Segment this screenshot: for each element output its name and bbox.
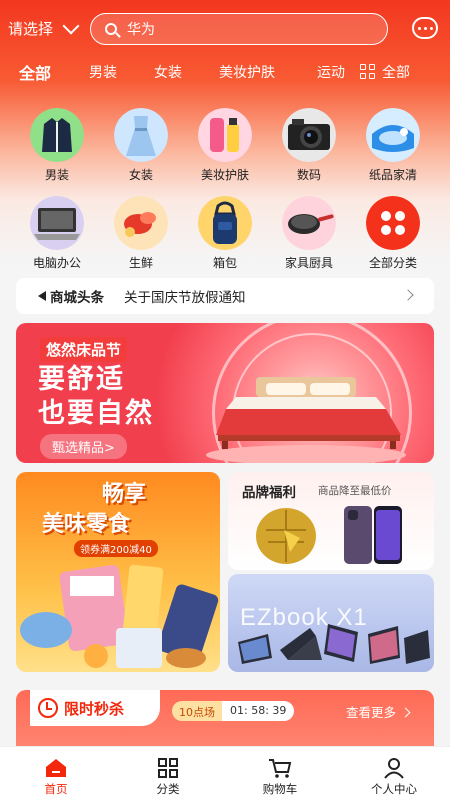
category-label: 家具厨具 [284,256,333,270]
alarm-clock-icon [38,698,58,718]
brand-products-image [256,506,402,564]
category-womenswear[interactable]: 女装 [101,108,181,183]
tab-label: 购物车 [262,782,298,796]
seafood-icon [114,196,168,250]
category-beauty[interactable]: 美妆护肤 [185,108,265,183]
tab-all[interactable]: 全部 [19,60,51,84]
banner-headline-line: 要舒适 [38,364,125,395]
news-ticker[interactable]: 商城头条 关于国庆节放假通知 [16,278,434,314]
tab-category[interactable]: 分类 [112,747,224,800]
tab-profile[interactable]: 个人中心 [338,747,450,800]
location-selector[interactable]: 请选择 [8,17,80,39]
location-label: 请选择 [8,20,54,38]
laptop-products-image [238,624,430,664]
tab-womenswear[interactable]: 女装 [154,62,182,82]
snack-promo-card[interactable]: 畅享 美味零食 领券满200减40 [16,472,220,672]
dress-icon [114,108,168,162]
see-more-link[interactable]: 查看更多 [346,702,411,721]
category-label: 男装 [44,168,69,182]
banner-headline: 要舒适 也要自然 [38,363,198,431]
search-icon [105,23,117,35]
snack-products-image [20,564,219,668]
tab-label: 个人中心 [371,782,417,796]
tab-all-categories[interactable]: 全部 [382,62,410,82]
bed-image [206,377,406,463]
snack-coupon-badge: 领券满200减40 [74,540,158,557]
banner-headline-line: 也要自然 [38,398,154,429]
countdown-timer: 10点场 01: 58: 39 [172,701,295,721]
bag-icon [198,196,252,250]
camera-icon [282,108,336,162]
category-label: 生鲜 [128,256,153,270]
category-label: 纸品家清 [368,168,417,182]
cosmetics-icon [198,108,252,162]
tab-menswear[interactable]: 男装 [89,62,117,82]
banner-cta-button[interactable]: 甄选精品> [40,434,127,459]
user-icon [382,757,406,779]
home-icon [44,757,68,779]
category-label: 女装 [128,168,153,182]
snack-title-line2: 美味零食 [42,512,131,537]
category-digital[interactable]: 数码 [269,108,349,183]
banner-tag: 悠然床品节 [40,337,128,362]
chevron-down-icon [62,17,80,34]
countdown-value: 01: 58: 39 [222,701,295,721]
news-title: 商城头条 [50,290,104,306]
see-more-label: 查看更多 [346,705,397,720]
category-tabs: 全部 男装 女装 美妆护肤 运动 全部 [0,58,450,88]
category-label: 数码 [296,168,321,182]
search-input[interactable]: 华为 [90,13,388,45]
category-kitchen[interactable]: 家具厨具 [269,196,349,271]
tab-label: 首页 [44,782,68,796]
category-label: 全部分类 [368,256,417,270]
laptop-icon [30,196,84,250]
category-menswear[interactable]: 男装 [17,108,97,183]
message-icon[interactable] [412,17,438,39]
tab-label: 分类 [156,782,180,796]
brand-subtitle: 商品降至最低价 [318,485,392,497]
news-text: 关于国庆节放假通知 [124,290,246,306]
bedding-banner[interactable]: 悠然床品节 要舒适 也要自然 甄选精品> [16,323,434,463]
laptop-promo-card[interactable]: EZbook X1 [228,574,434,672]
brand-title: 品牌福利 [242,485,296,501]
snack-title-line1: 畅享 [102,482,147,507]
category-office[interactable]: 电脑办公 [17,196,97,271]
category-fresh[interactable]: 生鲜 [101,196,181,271]
category-label: 箱包 [212,256,237,270]
category-bags[interactable]: 箱包 [185,196,265,271]
category-all[interactable]: 全部分类 [353,196,433,271]
tab-beauty[interactable]: 美妆护肤 [219,62,275,82]
category-label: 电脑办公 [32,256,81,270]
category-label: 美妆护肤 [200,168,249,182]
category-grid-icon [156,757,180,779]
search-value: 华为 [127,22,155,38]
category-household[interactable]: 纸品家清 [353,108,433,183]
household-icon [366,108,420,162]
speaker-icon [38,291,46,301]
session-label: 10点场 [172,701,222,721]
flash-sale-title: 限时秒杀 [64,699,125,718]
tab-sports[interactable]: 运动 [317,62,345,82]
tab-cart[interactable]: 购物车 [224,747,336,800]
jacket-icon [30,108,84,162]
flash-sale-badge: 限时秒杀 [30,690,160,726]
pan-icon [282,196,336,250]
all-categories-icon [366,196,420,250]
bottom-tab-bar: 首页 分类 购物车 个人中心 [0,746,450,800]
tab-home[interactable]: 首页 [0,747,112,800]
chevron-right-icon [402,289,414,301]
grid-icon[interactable] [360,64,376,80]
chevron-right-icon [400,707,411,718]
brand-welfare-card[interactable]: 品牌福利 商品降至最低价 [228,472,434,570]
cart-icon [268,757,292,779]
